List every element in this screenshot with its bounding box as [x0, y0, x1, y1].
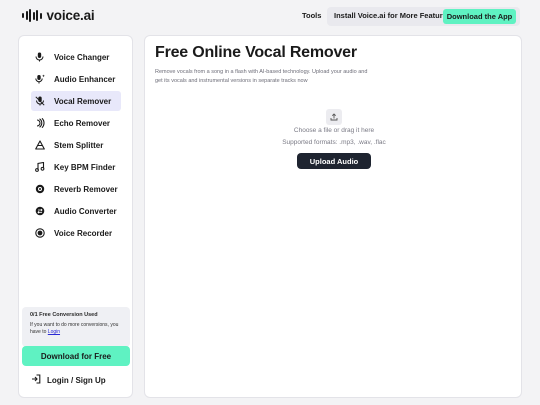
echo-icon	[35, 118, 51, 128]
supported-formats: Supported formats: .mp3, .wav, .flac	[282, 139, 386, 146]
sidebar-item-label: Audio Converter	[54, 206, 117, 216]
convert-icon	[35, 206, 51, 216]
sidebar-item-label: Voice Changer	[54, 52, 110, 62]
sidebar: Voice Changer Audio Enhancer Vocal Remov…	[18, 35, 133, 398]
sidebar-item-vocal-remover[interactable]: Vocal Remover	[31, 91, 121, 111]
sidebar-item-reverb-remover[interactable]: Reverb Remover	[31, 179, 121, 199]
sidebar-item-label: Reverb Remover	[54, 184, 118, 194]
page-title: Free Online Vocal Remover	[155, 44, 357, 61]
reverb-icon	[35, 184, 51, 194]
sidebar-item-voice-changer[interactable]: Voice Changer	[31, 47, 121, 67]
download-app-button[interactable]: Download the App	[443, 9, 516, 24]
conversion-info: 0/1 Free Conversion Used If you want to …	[22, 307, 130, 347]
sidebar-item-key-bpm-finder[interactable]: Key BPM Finder	[31, 157, 121, 177]
tools-menu[interactable]: Tools	[302, 11, 321, 20]
sidebar-item-voice-recorder[interactable]: Voice Recorder	[31, 223, 121, 243]
conversion-text: If you want to do more conversions, you …	[30, 322, 119, 335]
sidebar-item-audio-converter[interactable]: Audio Converter	[31, 201, 121, 221]
conversion-count: 0/1 Free Conversion Used	[30, 312, 98, 318]
sidebar-item-audio-enhancer[interactable]: Audio Enhancer	[31, 69, 121, 89]
music-note-icon	[35, 162, 51, 172]
logo-text: voice.ai	[46, 8, 95, 23]
sidebar-item-label: Stem Splitter	[54, 140, 104, 150]
login-link[interactable]: Login	[48, 329, 60, 335]
page-description: Remove vocals from a song in a flash wit…	[155, 69, 368, 84]
upload-audio-button[interactable]: Upload Audio	[297, 153, 371, 169]
microphone-off-icon	[35, 96, 51, 106]
sidebar-item-label: Key BPM Finder	[54, 162, 116, 172]
sidebar-item-label: Voice Recorder	[54, 228, 113, 238]
sidebar-item-stem-splitter[interactable]: Stem Splitter	[31, 135, 121, 155]
sidebar-item-label: Vocal Remover	[54, 96, 112, 106]
login-label: Login / Sign Up	[47, 375, 106, 385]
sidebar-item-label: Audio Enhancer	[54, 74, 116, 84]
microphone-sparkle-icon	[35, 74, 51, 84]
install-text: Install Voice.ai for More Features	[334, 11, 451, 20]
drop-zone-text[interactable]: Choose a file or drag it here	[145, 127, 523, 134]
upload-icon[interactable]	[326, 109, 342, 125]
voice-ai-logo[interactable]: voice.ai	[22, 8, 95, 23]
main-panel: Free Online Vocal Remover Remove vocals …	[144, 35, 522, 398]
login-icon	[31, 374, 47, 386]
top-header: voice.ai Tools Install Voice.ai for More…	[0, 0, 540, 32]
waveform-icon	[22, 9, 42, 23]
triangle-split-icon	[35, 140, 51, 150]
sidebar-item-echo-remover[interactable]: Echo Remover	[31, 113, 121, 133]
login-signup-button[interactable]: Login / Sign Up	[31, 374, 106, 386]
download-for-free-button[interactable]: Download for Free	[22, 346, 130, 366]
sidebar-item-label: Echo Remover	[54, 118, 111, 128]
microphone-icon	[35, 52, 51, 62]
record-icon	[35, 228, 51, 238]
